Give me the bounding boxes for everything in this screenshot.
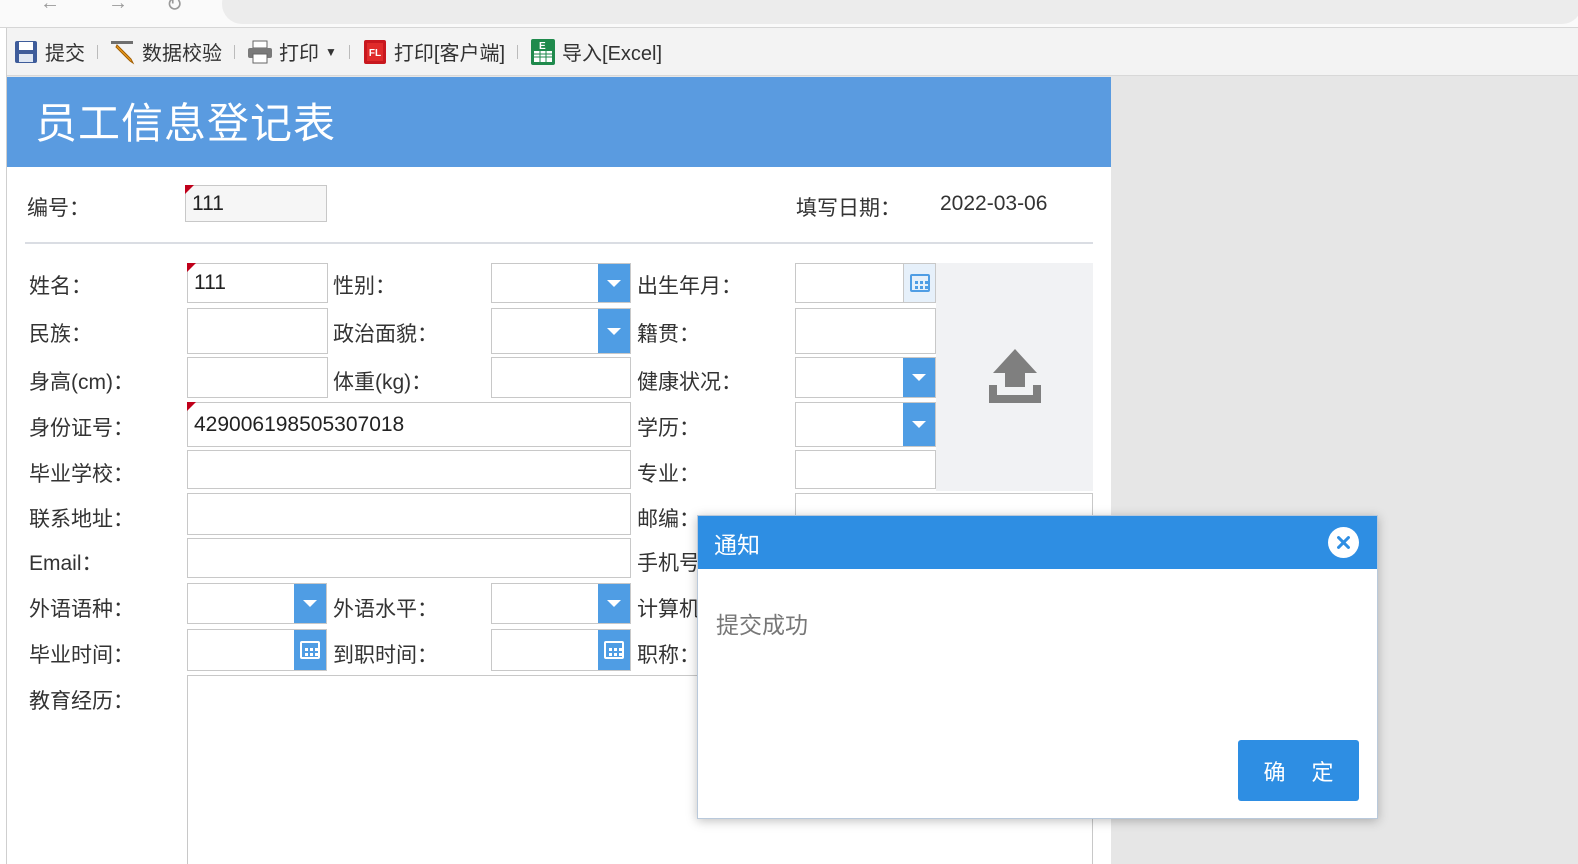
forward-icon[interactable]: → (108, 0, 128, 15)
join-date-field[interactable] (491, 629, 631, 671)
photo-upload[interactable] (936, 263, 1093, 491)
chevron-down-icon[interactable] (294, 584, 326, 623)
gender-label: 性别： (333, 275, 396, 298)
ok-button[interactable]: 确 定 (1238, 740, 1359, 801)
id-value: 111 (192, 191, 224, 215)
toolbar-divider (348, 44, 350, 59)
graduation-date-field[interactable] (187, 629, 327, 671)
toolbar-divider (517, 44, 519, 59)
excel-badge-text: E (539, 41, 546, 52)
back-icon[interactable]: ← (40, 0, 60, 15)
pencil-icon (110, 39, 136, 65)
major-field[interactable] (795, 450, 936, 489)
excel-icon: E (530, 38, 556, 65)
birth-date-field[interactable] (795, 263, 936, 303)
print-label: 打印 (279, 43, 319, 65)
address-field[interactable] (187, 493, 631, 535)
print-button[interactable]: 打印 ▼ (241, 37, 343, 66)
graduation-label: 毕业时间： (29, 644, 134, 667)
weight-label: 体重(kg)： (333, 371, 433, 394)
idcard-value: 429006198505307018 (194, 412, 405, 436)
name-field[interactable]: 111 (187, 263, 328, 303)
print-client-label: 打印[客户端] (393, 43, 506, 65)
toolbar: 提交 数据校验 打印 ▼ FL 打印[客户端] E 导入[Excel] (7, 28, 1578, 76)
id-label: 编号： (27, 197, 90, 220)
computer-label: 计算机 (637, 598, 700, 621)
print-client-button[interactable]: FL 打印[客户端] (356, 37, 511, 66)
dialog-title: 通知 (714, 531, 760, 558)
political-select[interactable] (491, 308, 631, 354)
phone-label: 手机号 (637, 552, 700, 575)
left-panel-edge (0, 28, 7, 864)
calendar-icon[interactable] (294, 630, 326, 670)
submit-label: 提交 (45, 43, 85, 65)
email-field[interactable] (187, 538, 631, 578)
idcard-field[interactable]: 429006198505307018 (187, 402, 631, 447)
chevron-down-icon[interactable] (598, 264, 630, 302)
date-value: 2022-03-06 (940, 192, 1048, 215)
date-label: 填写日期： (796, 197, 901, 220)
health-select[interactable] (795, 357, 936, 398)
import-excel-label: 导入[Excel] (562, 43, 663, 65)
validate-button[interactable]: 数据校验 (104, 37, 228, 66)
language-select[interactable] (187, 583, 327, 624)
form-title: 员工信息登记表 (7, 77, 1111, 167)
height-label: 身高(cm)： (29, 371, 134, 394)
ethnicity-label: 民族： (29, 323, 92, 346)
toolbar-divider (234, 44, 235, 59)
calendar-icon[interactable] (903, 264, 935, 302)
divider (25, 242, 1093, 244)
native-field[interactable] (795, 308, 936, 354)
language-level-select[interactable] (491, 583, 631, 624)
calendar-icon[interactable] (598, 630, 630, 670)
major-label: 专业： (637, 463, 700, 486)
close-icon[interactable] (1328, 527, 1359, 558)
postcode-label: 邮编： (637, 508, 700, 531)
weight-field[interactable] (491, 357, 631, 398)
school-field[interactable] (187, 450, 631, 489)
pdf-badge-text: FL (369, 48, 381, 59)
education-label: 学历： (637, 417, 700, 440)
save-icon (13, 39, 39, 65)
name-label: 姓名： (29, 275, 92, 298)
title-label: 职称： (637, 644, 700, 667)
dialog-message: 提交成功 (716, 612, 808, 638)
chevron-down-icon[interactable] (598, 309, 630, 353)
join-label: 到职时间： (333, 644, 438, 667)
idcard-label: 身份证号： (29, 417, 134, 440)
pdf-icon: FL (362, 39, 388, 65)
toolbar-divider (97, 44, 98, 59)
reload-icon[interactable]: ↻ (166, 0, 183, 17)
political-label: 政治面貌： (333, 323, 438, 346)
chevron-down-icon[interactable] (903, 358, 935, 397)
name-value: 111 (194, 271, 226, 294)
printer-icon (247, 39, 273, 65)
health-label: 健康状况： (637, 371, 742, 394)
native-label: 籍贯： (637, 323, 700, 346)
language-level-label: 外语水平： (333, 598, 438, 621)
chevron-down-icon[interactable] (598, 584, 630, 623)
notification-dialog: 通知 提交成功 确 定 (697, 515, 1378, 819)
validate-label: 数据校验 (142, 43, 222, 65)
import-excel-button[interactable]: E 导入[Excel] (524, 37, 668, 66)
ethnicity-field[interactable] (187, 308, 328, 354)
education-select[interactable] (795, 402, 936, 447)
language-label: 外语语种： (29, 598, 134, 621)
email-label: Email： (29, 552, 103, 575)
gender-select[interactable] (491, 263, 631, 303)
submit-button[interactable]: 提交 (7, 37, 91, 66)
chevron-down-icon: ▼ (325, 44, 337, 59)
dialog-header: 通知 (698, 516, 1377, 569)
id-field[interactable]: 111 (185, 185, 327, 222)
address-label: 联系地址： (29, 508, 134, 531)
browser-address-bar: ← → ↻ (0, 0, 1578, 28)
height-field[interactable] (187, 357, 328, 398)
url-field[interactable] (222, 0, 1578, 24)
chevron-down-icon[interactable] (903, 403, 935, 446)
birth-label: 出生年月： (637, 275, 742, 298)
upload-icon (987, 347, 1043, 408)
edu-history-label: 教育经历： (29, 690, 134, 713)
school-label: 毕业学校： (29, 463, 134, 486)
